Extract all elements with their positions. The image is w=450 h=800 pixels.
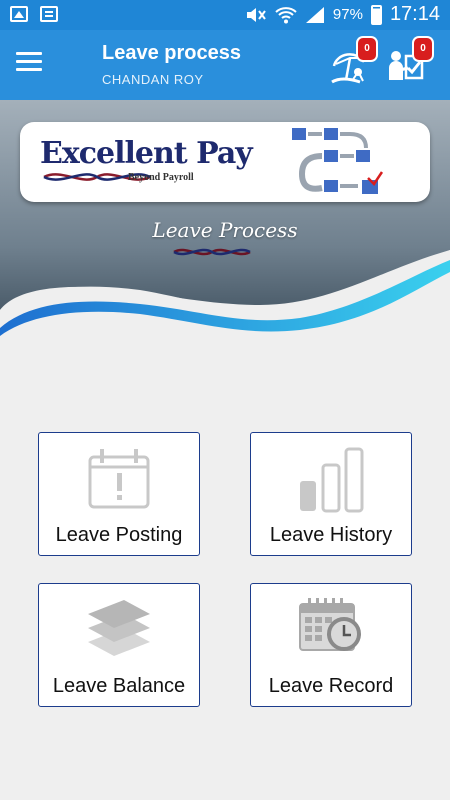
company-tagline: Beyond Payroll [128, 172, 194, 183]
holiday-notification-button[interactable]: 0 [330, 38, 376, 88]
user-name: CHANDAN ROY [102, 72, 204, 87]
leave-record-tile[interactable]: Leave Record [250, 583, 412, 707]
clock: 17:14 [389, 3, 440, 25]
holiday-notification-badge: 0 [358, 38, 376, 60]
leave-posting-label: Leave Posting [55, 524, 183, 546]
caption-swoosh-icon [173, 248, 251, 256]
approval-notification-badge: 0 [414, 38, 432, 60]
process-flow-icon [292, 128, 384, 194]
leave-record-label: Leave Record [268, 675, 394, 697]
wifi-icon [275, 6, 297, 23]
app-bar: Leave process CHANDAN ROY 0 0 [0, 30, 450, 100]
leave-history-tile[interactable]: Leave History [250, 432, 412, 556]
calendar-alert-icon [88, 449, 150, 509]
calendar-clock-icon [299, 598, 361, 651]
banner-caption: Leave Process [152, 218, 298, 242]
approval-notification-button[interactable]: 0 [386, 38, 432, 88]
leave-balance-tile[interactable]: Leave Balance [38, 583, 200, 707]
leave-posting-tile[interactable]: Leave Posting [38, 432, 200, 556]
bar-chart-icon [300, 447, 364, 513]
layers-icon [88, 600, 150, 656]
banner: Excellent Pay Beyond Payroll Leave Proce… [0, 100, 450, 340]
signal-icon [305, 6, 324, 23]
status-bar: 97% 17:14 [0, 0, 450, 30]
mute-icon [246, 7, 266, 22]
leave-history-label: Leave History [269, 524, 393, 546]
company-logo-card: Excellent Pay Beyond Payroll [20, 122, 430, 202]
battery-icon [370, 4, 382, 25]
company-logo-text: Excellent Pay [40, 136, 253, 171]
image-icon [10, 6, 28, 22]
hamburger-menu-icon[interactable] [16, 52, 42, 74]
leave-balance-label: Leave Balance [52, 675, 186, 697]
page-title: Leave process [102, 42, 241, 64]
battery-percent: 97% [332, 6, 363, 23]
card-icon [40, 6, 58, 22]
